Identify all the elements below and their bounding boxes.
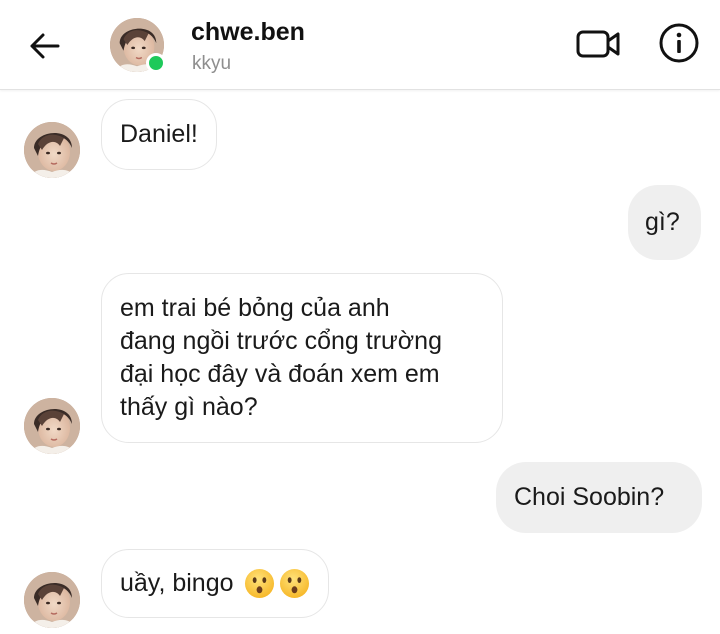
avatar[interactable]	[24, 572, 80, 628]
avatar[interactable]	[24, 122, 80, 178]
message-bubble-outgoing[interactable]: gì?	[628, 185, 701, 260]
message-text: Daniel!	[120, 120, 198, 148]
message-text: gì?	[645, 208, 680, 236]
user-subtitle: kkyu	[192, 53, 232, 74]
chat-header: chwe.ben kkyu	[0, 0, 720, 90]
hushed-face-icon	[279, 568, 309, 599]
video-camera-icon	[576, 30, 620, 58]
profile-avatar[interactable]	[110, 18, 166, 73]
video-call-button[interactable]	[574, 24, 622, 64]
message-line: đang ngồi trước cổng trường	[120, 327, 442, 355]
avatar[interactable]	[24, 398, 80, 454]
back-button[interactable]	[24, 26, 64, 66]
message-text: Choi Soobin?	[514, 483, 665, 511]
message-line: em trai bé bỏng của anh	[120, 294, 390, 322]
info-button[interactable]	[658, 22, 700, 64]
online-status-dot	[146, 53, 166, 73]
message-bubble-outgoing[interactable]: Choi Soobin?	[496, 462, 702, 533]
message-bubble-incoming[interactable]: uầy, bingo	[101, 549, 329, 618]
info-icon	[659, 23, 699, 63]
username[interactable]: chwe.ben	[191, 18, 305, 47]
message-text: uầy, bingo	[120, 569, 234, 597]
message-bubble-incoming[interactable]: Daniel!	[101, 99, 217, 170]
message-line: thấy gì nào?	[120, 393, 258, 421]
arrow-left-icon	[30, 33, 60, 59]
message-line: đại học đây và đoán xem em	[120, 360, 440, 388]
hushed-face-icon	[244, 568, 274, 599]
message-bubble-incoming[interactable]: em trai bé bỏng của anh đang ngồi trước …	[101, 273, 503, 443]
